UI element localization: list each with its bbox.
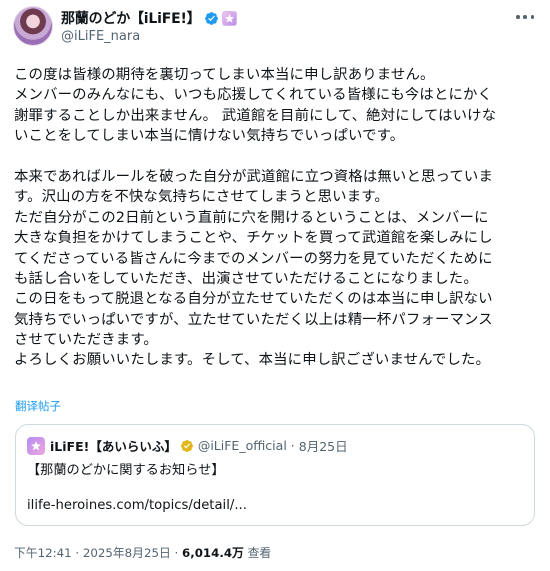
footer-separator: ·	[75, 546, 80, 560]
post-text-line: 本来であればルールを破った自分が武道館に立つ資格は無いと思っていま	[14, 168, 493, 185]
quoted-post-date: 8月25日	[298, 439, 348, 454]
post-text-line: す。沢山の方を不快な気持ちにさせてしまうと思います。	[14, 189, 389, 206]
quoted-meta-separator: ·	[290, 438, 295, 453]
post-header: 那蘭のどか【iLiFE!】 @iLiFE_nara	[13, 6, 537, 48]
quoted-post-header: iLiFE!【あいらいふ】 @iLiFE_official · 8月25日	[27, 436, 348, 455]
quoted-post-card[interactable]: iLiFE!【あいらいふ】 @iLiFE_official · 8月25日 【那…	[15, 424, 535, 526]
footer-separator: ·	[174, 546, 179, 560]
post-text-line: 気持ちでいっぱいですが、立たせていただく以上は精一杯パフォーマンス	[14, 311, 493, 328]
quoted-author-handle: @iLiFE_official	[197, 438, 287, 453]
post-text-line: 大きな負担をかけてしまうことや、チケットを買って武道館を楽しみにし	[14, 230, 493, 247]
post-date[interactable]: 2025年8月25日	[83, 546, 171, 560]
author-display-name[interactable]: 那蘭のどか【iLiFE!】	[61, 8, 201, 28]
post-text-line: も話し合いをしていただき、出演させていただけることになりました。	[14, 270, 478, 287]
post-text-line: てくださっている皆さんに今までのメンバーの努力を見ていただくために	[14, 250, 493, 267]
translate-post-link[interactable]: 翻译帖子	[15, 398, 61, 414]
author-avatar[interactable]	[13, 6, 53, 46]
author-name-row: 那蘭のどか【iLiFE!】	[61, 8, 238, 28]
post-text-line: させていただきます。	[14, 332, 158, 349]
affiliate-badge-icon[interactable]	[222, 10, 238, 26]
quoted-author-avatar	[27, 436, 45, 455]
more-options-icon[interactable]	[513, 12, 537, 22]
quoted-author-name: iLiFE!【あいらいふ】	[50, 439, 177, 454]
quoted-post-title: 【那蘭のどかに関するお知らせ】	[27, 463, 225, 478]
views-count: 6,014.4万	[182, 546, 244, 560]
post-text-line: 謝罪することしか出来ません。 武道館を目前にして、絶対にしてはいけな	[14, 107, 497, 124]
post-text-line: いことをしてしまい本当に情けない気持ちでいっぱいです。	[14, 128, 405, 145]
post-time[interactable]: 下午12:41	[14, 546, 72, 560]
post-footer: 下午12:41 · 2025年8月25日 · 6,014.4万 查看	[14, 544, 271, 561]
quoted-post-link[interactable]: ilife-heroines.com/topics/detail/...	[27, 498, 247, 513]
verified-badge-icon	[205, 11, 219, 25]
post-text-line: メンバーのみんなにも、いつも応援してくれている皆様にも今はとにかく	[14, 87, 493, 104]
post-text-line: この度は皆様の期待を裏切ってしまい本当に申し訳ありません。	[14, 67, 435, 83]
post-text: この度は皆様の期待を裏切ってしまい本当に申し訳ありません。メンバーのみんなにも、…	[14, 65, 538, 371]
gold-verified-badge-icon	[180, 439, 193, 452]
post-text-line: この日をもって脱退となる自分が立たせていただくのは本当に申し訳ない	[14, 291, 493, 308]
views-label: 查看	[247, 546, 272, 560]
author-handle[interactable]: @iLiFE_nara	[61, 29, 140, 44]
post-text-line: よろしくお願いいたします。そして、本当に申し訳ございませんでした。	[14, 352, 491, 369]
post-text-line: ただ自分がこの2日前という直前に穴を開けるということは、メンバーに	[14, 209, 489, 226]
